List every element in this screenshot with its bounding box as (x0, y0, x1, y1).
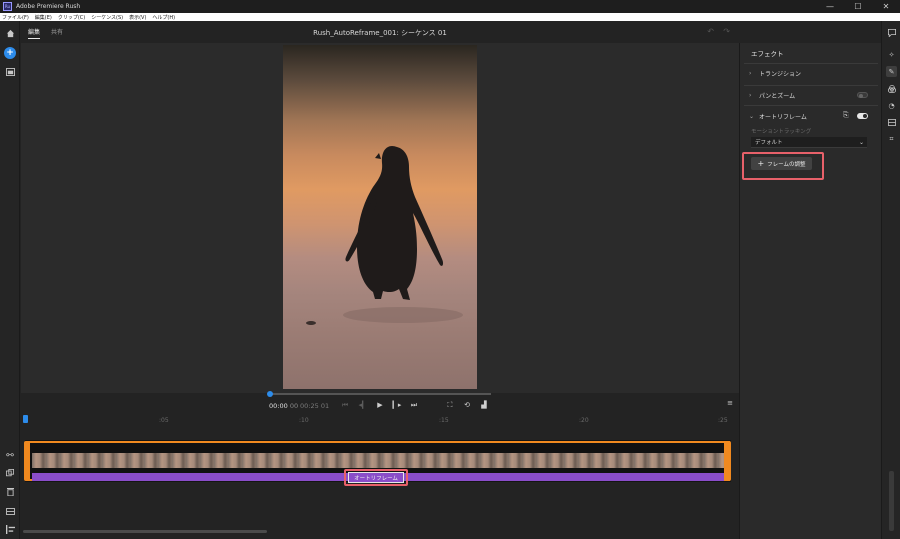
menu-sequence[interactable]: シーケンス(S) (91, 14, 123, 21)
menu-file[interactable]: ファイル(F) (2, 14, 29, 21)
media-icon[interactable] (4, 66, 16, 78)
transition-section[interactable]: › トランジション (749, 69, 801, 78)
playback-controls: 00:00 00 00:25 01 ⏮ ◂▎ ▶ ▎▸ ⏭ ⛶ ⟲ ▟ ≡ (21, 391, 739, 415)
duration-timecode: 00:25 01 (300, 402, 330, 410)
penguin-image (306, 145, 463, 325)
right-toolbar: ✧ ✎ ◔ ⌗ (881, 21, 900, 539)
close-button[interactable]: ✕ (876, 0, 896, 13)
step-back-icon[interactable]: ◂▎ (358, 401, 368, 409)
duplicate-icon[interactable] (4, 467, 16, 479)
transform-icon[interactable]: ⌗ (886, 134, 897, 145)
loop-icon[interactable]: ⟲ (462, 401, 472, 409)
effects-panel: エフェクト › トランジション › パンとズーム ⌄ オートリフレーム ⎘ モー… (739, 43, 881, 539)
motion-tracking-label: モーショントラッキング (751, 129, 812, 135)
menu-edit[interactable]: 編集(E) (35, 14, 52, 21)
audio-icon[interactable] (886, 117, 897, 128)
chat-icon[interactable] (886, 27, 897, 38)
chevron-down-icon: ⌄ (749, 113, 755, 120)
menu-clip[interactable]: クリップ(C) (58, 14, 85, 21)
ruler-label: :15 (439, 417, 449, 424)
chevron-down-icon: ⌄ (858, 138, 864, 146)
pan-zoom-section[interactable]: › パンとズーム (749, 91, 795, 100)
scrub-track[interactable] (269, 393, 491, 395)
panel-scrollbar[interactable] (889, 471, 894, 531)
ruler-label: :25 (718, 417, 728, 424)
ruler-label: :05 (159, 417, 169, 424)
timeline-ruler[interactable]: :05 :10 :15 :20 :25 (21, 415, 739, 435)
redo-icon[interactable]: ↷ (723, 27, 730, 36)
divider (744, 105, 878, 106)
scrub-playhead[interactable] (267, 391, 273, 397)
sequence-title: Rush_AutoReframe_001: シーケンス 01 (313, 29, 447, 37)
link-icon[interactable]: ⚯ (4, 450, 16, 462)
minimize-button[interactable]: — (820, 0, 840, 13)
clip-trim-handle-right[interactable] (724, 441, 731, 481)
undo-icon[interactable]: ↶ (707, 27, 714, 36)
motion-tracking-value: デフォルト (755, 140, 783, 146)
pan-zoom-toggle[interactable] (857, 92, 868, 98)
editor-header: 編集 共有 Rush_AutoReframe_001: シーケンス 01 ↶ ↷ (21, 21, 739, 43)
ruler-label: :20 (579, 417, 589, 424)
effect-label-highlight (344, 469, 408, 486)
track-icon[interactable] (4, 505, 16, 517)
step-forward-icon[interactable]: ▎▸ (392, 401, 402, 409)
timeline: :05 :10 :15 :20 :25 オートリフレーム (21, 415, 739, 539)
autoreframe-section[interactable]: ⌄ オートリフレーム (749, 112, 807, 121)
app-logo-icon: Ru (3, 2, 12, 11)
menu-help[interactable]: ヘルプ(H) (152, 14, 175, 21)
go-to-end-icon[interactable]: ⏭ (409, 401, 419, 410)
play-icon[interactable]: ▶ (375, 401, 385, 409)
timeline-scrollbar[interactable] (23, 530, 267, 533)
quality-icon[interactable]: ▟ (479, 401, 489, 409)
window-title: Adobe Premiere Rush (16, 3, 81, 10)
transition-label: トランジション (759, 71, 802, 78)
menu-bar: ファイル(F) 編集(E) クリップ(C) シーケンス(S) 表示(V) ヘルプ… (0, 13, 900, 21)
chevron-right-icon: › (749, 92, 752, 99)
speed-icon[interactable]: ◔ (886, 100, 897, 111)
left-toolbar: + ⚯ (0, 21, 20, 539)
menu-lines-icon[interactable]: ≡ (725, 399, 735, 407)
chevron-right-icon: › (749, 70, 752, 77)
go-to-start-icon[interactable]: ⏮ (340, 401, 350, 410)
autoreframe-label: オートリフレーム (759, 114, 807, 121)
ruler-label: :10 (299, 417, 309, 424)
reset-icon[interactable]: ⎘ (843, 111, 849, 120)
sparkle-icon[interactable]: ✧ (886, 49, 897, 60)
maximize-button[interactable]: ☐ (848, 0, 868, 13)
clip-trim-handle-left[interactable] (24, 441, 30, 481)
menu-view[interactable]: 表示(V) (129, 14, 146, 21)
fit-icon[interactable]: ⛶ (445, 401, 455, 410)
video-frame (283, 45, 477, 389)
add-media-button[interactable]: + (4, 47, 16, 59)
timeline-playhead[interactable] (23, 415, 28, 423)
adjust-frame-highlight (742, 152, 824, 180)
home-icon[interactable] (4, 27, 16, 39)
program-monitor (21, 43, 739, 393)
list-icon[interactable] (4, 523, 16, 535)
pan-zoom-label: パンとズーム (759, 93, 796, 100)
divider (744, 63, 878, 64)
motion-tracking-select[interactable]: デフォルト ⌄ (751, 137, 867, 148)
current-timecode: 00:00 00 (269, 402, 299, 410)
title-bar: Ru Adobe Premiere Rush — ☐ ✕ (0, 0, 900, 13)
trash-icon[interactable] (4, 485, 16, 497)
effects-icon[interactable]: ✎ (886, 66, 897, 77)
color-icon[interactable] (886, 83, 897, 94)
effects-panel-title: エフェクト (751, 50, 784, 58)
clip-thumbnails (32, 453, 724, 468)
autoreframe-toggle[interactable] (857, 113, 868, 119)
divider (744, 85, 878, 86)
